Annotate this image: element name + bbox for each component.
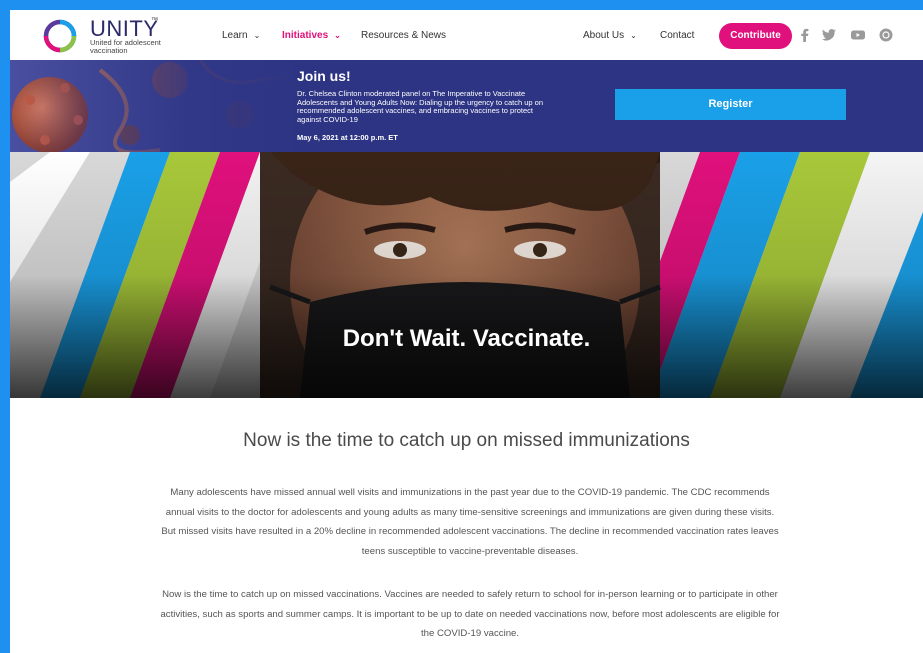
banner-description: Dr. Chelsea Clinton moderated panel on T… — [297, 89, 544, 124]
nav-initiatives-label: Initiatives — [282, 30, 329, 41]
chevron-down-icon: ⌄ — [630, 31, 637, 40]
twitter-icon[interactable] — [821, 27, 837, 43]
logo-tagline: United for adolescent vaccination — [90, 38, 161, 55]
nav-learn-label: Learn — [222, 30, 248, 41]
event-banner: Join us! Dr. Chelsea Clinton moderated p… — [10, 60, 923, 152]
instagram-icon[interactable] — [878, 27, 894, 43]
nav-contact[interactable]: Contact — [660, 30, 694, 41]
youtube-icon[interactable] — [850, 27, 866, 43]
browser-viewport: UNITY ™ United for adolescent vaccinatio… — [10, 10, 923, 653]
facebook-icon[interactable] — [797, 27, 813, 43]
paragraph-1: Many adolescents have missed annual well… — [161, 487, 779, 557]
top-navigation: UNITY ™ United for adolescent vaccinatio… — [10, 10, 923, 60]
nav-contact-label: Contact — [660, 30, 695, 41]
hero-section: Don't Wait. Vaccinate. — [10, 152, 923, 398]
main-content: Now is the time to catch up on missed im… — [10, 398, 923, 653]
register-button[interactable]: Register — [615, 89, 846, 120]
banner-title: Join us! — [297, 68, 351, 84]
logo-trademark: ™ — [151, 17, 158, 24]
nav-about-label: About Us — [583, 30, 625, 41]
nav-resources-news[interactable]: Resources & News — [361, 30, 446, 41]
logo-ring-icon — [43, 19, 77, 53]
chevron-down-icon: ⌄ — [334, 31, 341, 40]
nav-resources-label: Resources & News — [361, 30, 447, 41]
contribute-button[interactable]: Contribute — [719, 23, 792, 49]
section-heading: Now is the time to catch up on missed im… — [243, 430, 690, 451]
hero-image — [10, 152, 923, 398]
chevron-down-icon: ⌄ — [253, 31, 261, 40]
hero-title: Don't Wait. Vaccinate. — [342, 325, 591, 352]
nav-about-us[interactable]: About Us ⌄ — [583, 30, 637, 41]
nav-initiatives[interactable]: Initiatives ⌄ — [282, 30, 341, 41]
paragraph-2: Now is the time to catch up on missed va… — [160, 589, 780, 639]
banner-date: May 6, 2021 at 12:00 p.m. ET — [297, 133, 398, 142]
nav-learn[interactable]: Learn ⌄ — [222, 30, 260, 41]
unity-logo[interactable]: UNITY ™ United for adolescent vaccinatio… — [42, 16, 222, 55]
